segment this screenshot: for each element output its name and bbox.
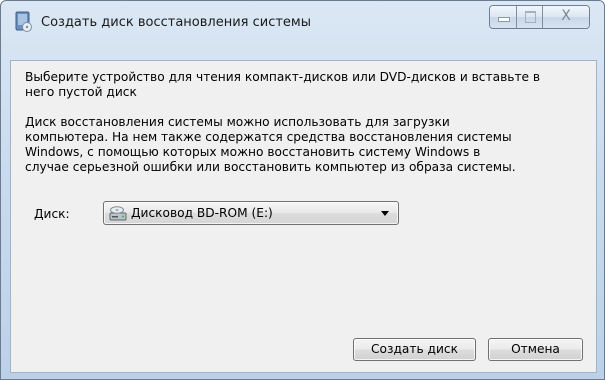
title-bar[interactable]: Создать диск восстановления системы X <box>1 1 604 43</box>
instruction-line: Выберите устройство для чтения компакт-д… <box>25 70 541 84</box>
caption-buttons: X <box>489 5 590 29</box>
window-title: Создать диск восстановления системы <box>41 15 311 30</box>
recovery-disk-dialog: Создать диск восстановления системы X Вы… <box>0 0 605 380</box>
minimize-button[interactable] <box>490 6 517 28</box>
description-line: компьютера. На нем также содержатся сред… <box>25 130 512 144</box>
maximize-button[interactable] <box>517 6 543 28</box>
description-line: Windows, с помощью которых можно восстан… <box>25 145 481 159</box>
disk-select[interactable]: Дисковод BD-ROM (E:) <box>103 201 399 225</box>
maximize-icon <box>525 11 536 23</box>
recovery-disk-app-icon <box>15 11 32 32</box>
description-line: случае серьезной ошибки или восстановить… <box>25 160 516 174</box>
optical-drive-icon <box>109 206 127 221</box>
description-line: Диск восстановления системы можно исполь… <box>25 115 450 129</box>
close-button[interactable]: X <box>543 6 589 28</box>
create-disk-button[interactable]: Создать диск <box>353 338 476 361</box>
disk-label: Диск: <box>34 207 70 221</box>
instruction-text: Выберите устройство для чтения компакт-д… <box>25 70 595 100</box>
disk-select-value: Дисковод BD-ROM (E:) <box>131 206 273 220</box>
close-icon: X <box>561 8 571 24</box>
instruction-line: него пустой диск <box>25 85 137 99</box>
minimize-icon <box>498 17 510 22</box>
dropdown-arrow-icon[interactable] <box>381 211 389 216</box>
cancel-button[interactable]: Отмена <box>488 338 583 361</box>
description-text: Диск восстановления системы можно исполь… <box>25 115 595 175</box>
